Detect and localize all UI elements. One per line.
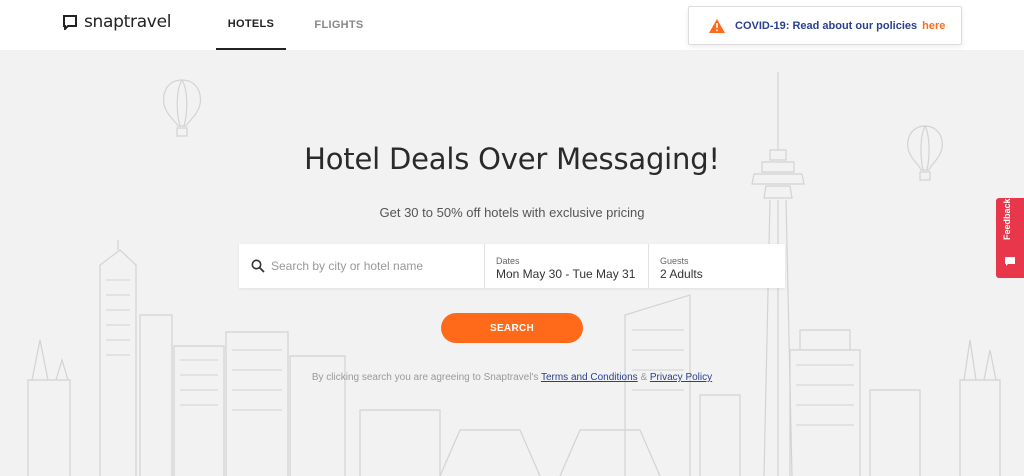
page-subtitle: Get 30 to 50% off hotels with exclusive … [379,205,645,220]
hot-air-balloon-left [162,79,202,137]
legal-amp: & [640,372,648,383]
dates-label: Dates [496,256,520,266]
feedback-label: Feedback [1002,198,1012,240]
privacy-link[interactable]: Privacy Policy [650,372,712,383]
right-buildings [559,294,1001,476]
covid-message: COVID-19: Read about our policies [735,19,918,32]
tab-hotels[interactable]: HOTELS [216,0,286,50]
search-form: Dates Mon May 30 - Tue May 31 Guests 2 A… [239,244,785,288]
logo-text: snaptravel [84,12,172,32]
logo-icon [63,15,77,30]
dates-value: Mon May 30 - Tue May 31 [496,267,636,281]
destination-field[interactable] [239,244,485,288]
chat-icon [1005,257,1015,266]
search-icon [251,259,265,273]
destination-input[interactable] [271,259,471,273]
legal-prefix: By clicking search you are agreeing to S… [311,372,539,383]
guests-field[interactable]: Guests 2 Adults [649,244,785,288]
dates-field[interactable]: Dates Mon May 30 - Tue May 31 [485,244,649,288]
feedback-tab[interactable]: Feedback [996,198,1024,278]
covid-banner: COVID-19: Read about our policies here [688,6,962,45]
legal-notice: By clicking search you are agreeing to S… [0,372,1024,383]
snaptravel-logo[interactable]: snaptravel [62,12,171,32]
tab-flights[interactable]: FLIGHTS [304,0,374,50]
search-button[interactable]: SEARCH [441,313,583,343]
covid-policy-link[interactable]: here [922,20,945,32]
page-title: Hotel Deals Over Messaging! [304,142,720,176]
guests-value: 2 Adults [660,267,703,281]
warning-icon [709,18,725,33]
terms-link[interactable]: Terms and Conditions [541,372,638,383]
guests-label: Guests [660,256,689,266]
